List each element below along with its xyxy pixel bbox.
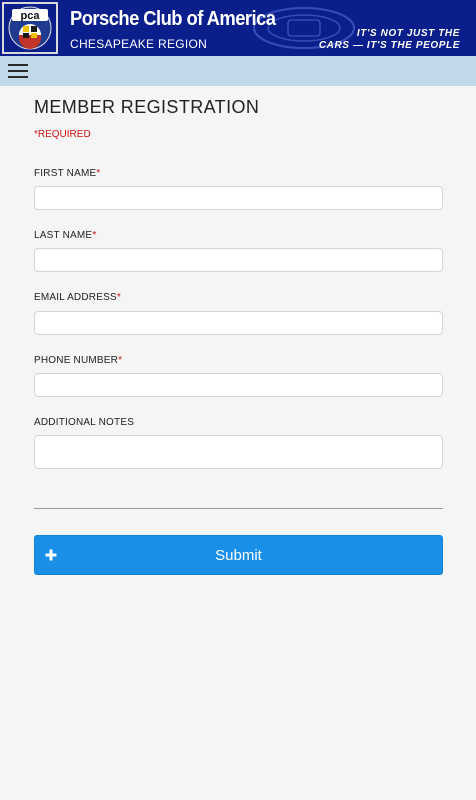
club-title: Porsche Club of America (70, 8, 276, 30)
first-name-label: FIRST NAME* (34, 168, 101, 179)
email-label: EMAIL ADDRESS* (34, 292, 121, 303)
phone-label: PHONE NUMBER* (34, 355, 123, 366)
additional-notes-field[interactable] (34, 435, 443, 469)
nav-bar (0, 56, 476, 86)
tagline-line-2: CARS — IT'S THE PEOPLE (318, 40, 460, 51)
email-field[interactable] (34, 311, 443, 335)
tagline-line-1: IT'S NOT JUST THE (356, 28, 460, 39)
required-star: * (96, 168, 101, 179)
notes-label: ADDITIONAL NOTES (34, 417, 135, 428)
svg-text:pca: pca (21, 10, 41, 22)
hamburger-icon[interactable] (8, 64, 28, 78)
site-header-banner: pca Porsche Club of America CHESAPEAKE R… (0, 0, 476, 57)
last-name-field[interactable] (34, 248, 443, 272)
plus-icon (45, 549, 57, 561)
required-star: * (118, 355, 123, 366)
pca-crest-icon: pca (8, 6, 52, 50)
required-star: * (92, 230, 97, 241)
last-name-label: LAST NAME* (34, 230, 97, 241)
region-subtitle: CHESAPEAKE REGION (70, 37, 208, 51)
submit-button[interactable]: Submit (34, 535, 443, 575)
pca-logo[interactable]: pca (2, 2, 58, 54)
phone-field[interactable] (34, 373, 443, 397)
required-note: *REQUIRED (34, 129, 91, 140)
first-name-field[interactable] (34, 186, 443, 210)
submit-label: Submit (215, 546, 262, 564)
form-divider (34, 508, 443, 509)
registration-form: MEMBER REGISTRATION *REQUIRED FIRST NAME… (0, 86, 476, 800)
page-title: MEMBER REGISTRATION (34, 97, 260, 117)
required-star: * (116, 292, 121, 303)
